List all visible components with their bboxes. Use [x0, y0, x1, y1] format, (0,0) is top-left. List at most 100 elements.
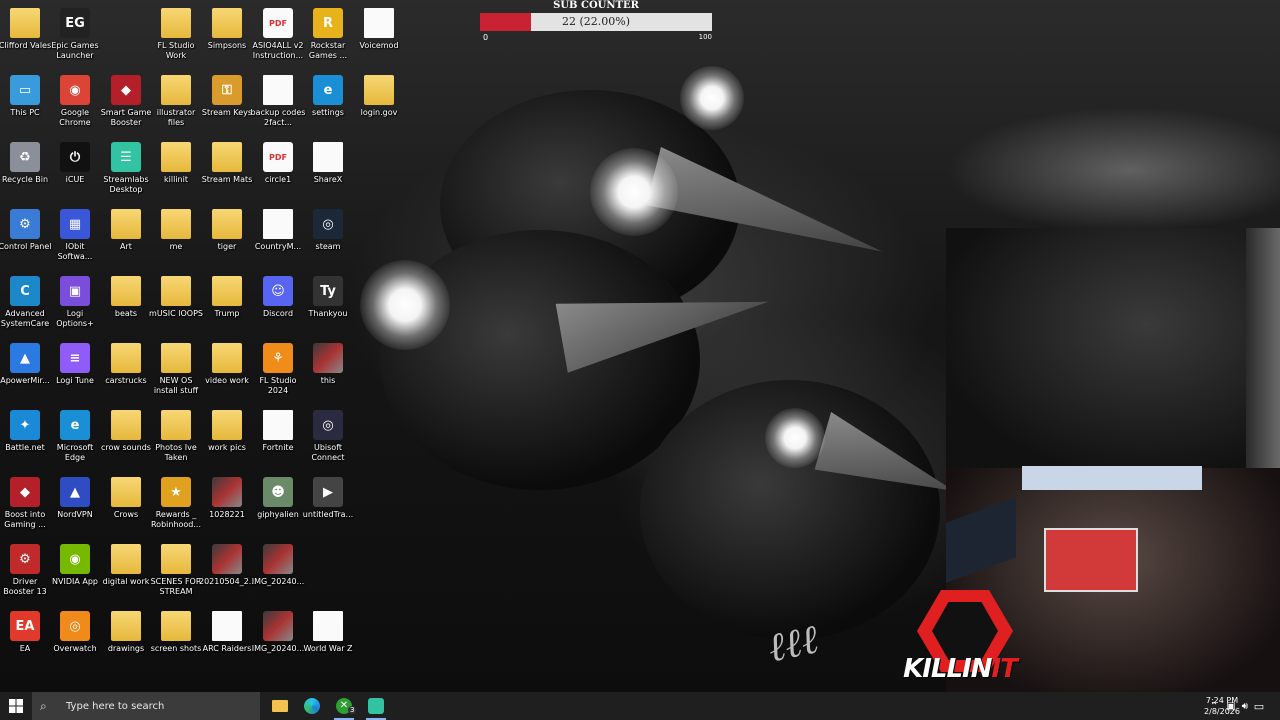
desktop-icon[interactable]: Art	[101, 207, 151, 269]
streamlabs-icon	[368, 698, 384, 714]
desktop-icon-label: ShareX	[313, 175, 343, 184]
rockstar-icon: R	[313, 8, 343, 38]
desktop-icon[interactable]: Photos Ive Taken	[151, 408, 201, 470]
taskbar-edge[interactable]	[296, 692, 328, 720]
desktop-icon[interactable]: ARC Raiders	[202, 609, 252, 671]
desktop-icon[interactable]: ☰ Streamlabs Desktop	[101, 140, 151, 202]
taskbar-file-explorer[interactable]	[264, 692, 296, 720]
desktop-icon[interactable]: 1028221	[202, 475, 252, 537]
desktop-icon-label: this	[320, 376, 336, 385]
desktop-icon[interactable]: crow sounds	[101, 408, 151, 470]
desktop-icon[interactable]: ◉ Google Chrome	[50, 73, 100, 135]
desktop-icon[interactable]: SCENES FOR STREAM	[151, 542, 201, 604]
desktop-icon-label: Logi Tune	[56, 376, 94, 385]
start-button[interactable]	[0, 692, 32, 720]
desktop-icon[interactable]: Ty Thankyou	[303, 274, 353, 336]
desktop-icon[interactable]: IMG_20240...	[252, 609, 304, 671]
taskbar-streamlabs[interactable]	[360, 692, 392, 720]
desktop-icon[interactable]: Simpsons	[202, 6, 252, 68]
desktop-icon[interactable]: NEW OS install stuff	[151, 341, 201, 403]
desktop-icon[interactable]: digital work	[101, 542, 151, 604]
desktop-icon[interactable]: ▣ Logi Options+	[50, 274, 100, 336]
notification-center-icon[interactable]: ▭	[1248, 692, 1270, 720]
desktop-icon[interactable]: video work	[202, 341, 252, 403]
desktop-icon[interactable]: C Advanced SystemCare	[0, 274, 50, 336]
desktop-icon[interactable]: World War Z	[303, 609, 353, 671]
desktop-icon-label: Simpsons	[207, 41, 247, 50]
desktop-icon[interactable]: tiger	[202, 207, 252, 269]
desktop-icon[interactable]: backup codes 2fact...	[251, 73, 305, 135]
desktop-icon[interactable]: screen shots	[151, 609, 201, 671]
desktop-icon[interactable]: 20210504_2...	[199, 542, 256, 604]
desktop-icon[interactable]: ⚿ Stream Keys	[202, 73, 252, 135]
desktop-icon[interactable]: ▭ This PC	[0, 73, 50, 135]
taskbar-clock[interactable]: 7:24 PM 2/8/2026	[1198, 695, 1246, 717]
desktop-icon-label: Driver Booster 13	[3, 577, 47, 596]
desktop-icon[interactable]: ⚘ FL Studio 2024	[253, 341, 303, 403]
folder-icon	[364, 75, 394, 105]
desktop-icon[interactable]: ▦ IObit Softwa...	[50, 207, 100, 269]
desktop-icon[interactable]: this	[303, 341, 353, 403]
desktop-icon-label: video work	[205, 376, 249, 385]
clock-date: 2/8/2026	[1204, 707, 1240, 716]
desktop-icon[interactable]: ◎ Ubisoft Connect	[303, 408, 353, 470]
desktop-icon[interactable]: ◉ NVIDIA App	[50, 542, 100, 604]
desktop-icon[interactable]: PDF ASIO4ALL v2 Instruction...	[252, 6, 304, 68]
desktop-icon[interactable]: ⏻ iCUE	[50, 140, 100, 202]
desktop-icon[interactable]: PDF circle1	[253, 140, 303, 202]
desktop-icon[interactable]: ☺ Discord	[253, 274, 303, 336]
desktop-icon[interactable]: ▲ ApowerMir...	[0, 341, 50, 403]
desktop-icon[interactable]: ★ Rewards _ Robinhood...	[151, 475, 201, 537]
desktop-icon[interactable]: ♻ Recycle Bin	[0, 140, 50, 202]
desktop-icon[interactable]: EG Epic Games Launcher	[50, 6, 100, 68]
desktop-icon-label: Streamlabs Desktop	[103, 175, 149, 194]
desktop-icon[interactable]: work pics	[202, 408, 252, 470]
webcam-wall	[1246, 228, 1280, 468]
folder-icon	[161, 209, 191, 239]
desktop-icon[interactable]: Clifford Vales	[0, 6, 51, 68]
doc-icon	[212, 611, 242, 641]
desktop-icon[interactable]: e Microsoft Edge	[50, 408, 100, 470]
desktop-icon[interactable]: ◆ Boost into Gaming ...	[0, 475, 50, 537]
desktop-icon[interactable]: ShareX	[303, 140, 353, 202]
desktop-icon[interactable]: mUSIC lOOPS	[149, 274, 203, 336]
desktop-icon[interactable]: ▶ untitledTra...	[303, 475, 353, 537]
desktop-icon[interactable]: IMG_20240...	[252, 542, 304, 604]
desktop-icon[interactable]: R Rockstar Games ...	[303, 6, 353, 68]
desktop-icon[interactable]: login.gov	[354, 73, 404, 135]
desktop-icon[interactable]: illustrator files	[151, 73, 201, 135]
desktop-icon[interactable]: Fortnite	[253, 408, 303, 470]
desktop-icon[interactable]: e settings	[303, 73, 353, 135]
desktop-icon-label: EA	[19, 644, 31, 653]
desktop-icon[interactable]: Crows	[101, 475, 151, 537]
taskbar-search-box[interactable]: ⌕ Type here to search	[32, 692, 260, 720]
desktop-icon[interactable]: me	[151, 207, 201, 269]
desktop-icon[interactable]: ⚙ Driver Booster 13	[0, 542, 50, 604]
desktop-icon[interactable]: ☻ giphyalien	[253, 475, 303, 537]
desktop-icon[interactable]: Trump	[202, 274, 252, 336]
desktop-icon[interactable]: ≡ Logi Tune	[50, 341, 100, 403]
desktop-icon[interactable]: CountryM...	[253, 207, 303, 269]
desktop-icon[interactable]: killinit	[151, 140, 201, 202]
desktop-icon[interactable]: ⚙ Control Panel	[0, 207, 52, 269]
desktop-icon[interactable]: ✦ Battle.net	[0, 408, 50, 470]
desktop-icon[interactable]: ▲ NordVPN	[50, 475, 100, 537]
desktop-icon-label: Thankyou	[308, 309, 348, 318]
desktop-icon[interactable]: drawings	[101, 609, 151, 671]
desktop-icon-label: mUSIC lOOPS	[149, 309, 203, 318]
taskbar-xbox[interactable]: ✕ 3	[328, 692, 360, 720]
desktop-icon[interactable]: Stream Mats	[202, 140, 252, 202]
desktop-icon[interactable]: carstrucks	[101, 341, 151, 403]
desktop-icon[interactable]: ◆ Smart Game Booster	[101, 73, 151, 135]
desktop-icon[interactable]: EA EA	[0, 609, 50, 671]
desktop-icon-label: illustrator files	[156, 108, 196, 127]
desktop-icon-label: Microsoft Edge	[56, 443, 94, 462]
desktop-icon[interactable]: Voicemod	[354, 6, 404, 68]
desktop-icon[interactable]: FL Studio Work	[151, 6, 201, 68]
desktop-icon[interactable]: ◎ steam	[303, 207, 353, 269]
desktop-icon-label: This PC	[10, 108, 40, 117]
desktop-icon[interactable]: ◎ Overwatch	[50, 609, 100, 671]
desktop-icon[interactable]: beats	[101, 274, 151, 336]
xbox-badge: 3	[348, 706, 357, 714]
desktop-icon-label: FL Studio Work	[157, 41, 195, 60]
